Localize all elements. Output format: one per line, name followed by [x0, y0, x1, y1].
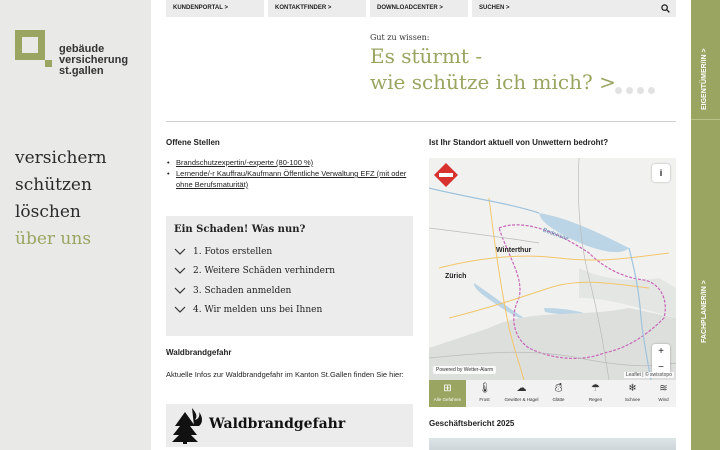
- filter-frost[interactable]: 🌡︎ Frost: [466, 380, 503, 407]
- weather-map[interactable]: i Winterthur Zürich Bodensee + − Powered…: [429, 158, 676, 380]
- search-field[interactable]: SUCHEN >: [472, 0, 676, 17]
- nav-item-versichern[interactable]: versichern: [15, 145, 107, 172]
- list-item: Brandschutzexpertin/-experte (80-100 %): [166, 157, 416, 168]
- report-heading: Geschäftsbericht 2025: [429, 419, 515, 428]
- tab-eigentuemer[interactable]: EIGENTÜMER/IN >: [691, 0, 720, 120]
- chevron-down-icon: [174, 248, 186, 255]
- chevron-down-icon: [174, 287, 186, 294]
- slider-dot[interactable]: [626, 87, 633, 94]
- search-icon[interactable]: [661, 4, 670, 13]
- forest-text: Aktuelle Infos zur Waldbrandgefahr im Ka…: [166, 370, 404, 379]
- forest-label: Waldbrandgefahr: [209, 416, 346, 432]
- damage-steps-box: Ein Schaden! Was nun? 1. Fotos erstellen…: [166, 216, 413, 336]
- slider-dots: [615, 81, 659, 94]
- main-nav: versichern schützen löschen über uns: [15, 145, 107, 253]
- job-link[interactable]: Brandschutzexpertin/-experte (80-100 %): [176, 158, 313, 167]
- logo-mark-icon: [15, 30, 52, 67]
- downloadcenter-link[interactable]: DOWNLOADCENTER >: [370, 0, 468, 17]
- nav-item-loeschen[interactable]: löschen: [15, 199, 107, 226]
- zoom-in-button[interactable]: +: [652, 344, 670, 360]
- ice-icon: ⛄︎: [553, 383, 564, 394]
- map-info-button[interactable]: i: [652, 164, 670, 182]
- nav-item-ueber-uns[interactable]: über uns: [15, 226, 107, 253]
- forest-fire-button[interactable]: Waldbrandgefahr: [166, 404, 413, 447]
- jobs-heading: Offene Stellen: [166, 138, 220, 147]
- snow-cloud-icon: ❄: [628, 383, 637, 394]
- filter-schnee[interactable]: ❄ Schnee: [614, 380, 651, 407]
- step-item[interactable]: 4. Wir melden uns bei Ihnen: [174, 305, 322, 319]
- umbrella-icon: ☂: [591, 383, 600, 394]
- wetter-alarm-logo-icon: [434, 163, 458, 187]
- filter-glaette[interactable]: ⛄︎ Glätte: [540, 380, 577, 407]
- storm-cloud-icon: ☁: [516, 383, 527, 394]
- chevron-down-icon: [174, 306, 186, 313]
- kontaktfinder-link[interactable]: KONTAKTFINDER >: [268, 0, 366, 17]
- step-item[interactable]: 3. Schaden anmelden: [174, 286, 291, 300]
- chevron-down-icon: [174, 267, 186, 274]
- map-city-label: Winterthur: [496, 247, 532, 254]
- hazard-filters: ⊞ Alle Gefahren 🌡︎ Frost ☁ Gewitter & Hagel…: [429, 380, 676, 407]
- report-image[interactable]: [429, 438, 676, 450]
- forest-heading: Waldbrandgefahr: [166, 348, 232, 357]
- list-item: Lernende/-r Kauffrau/Kaufmann Öffentlich…: [166, 168, 416, 190]
- map-city-label: Zürich: [445, 273, 467, 280]
- job-link[interactable]: Lernende/-r Kauffrau/Kaufmann Öffentlich…: [176, 169, 406, 189]
- filter-regen[interactable]: ☂ Regen: [577, 380, 614, 407]
- filter-alle-gefahren[interactable]: ⊞ Alle Gefahren: [429, 380, 466, 407]
- grid-icon: ⊞: [443, 383, 452, 394]
- map-credit[interactable]: Leaflet | © swisstopo: [623, 372, 674, 378]
- jobs-list: Brandschutzexpertin/-experte (80-100 %) …: [166, 157, 416, 190]
- burning-tree-icon: [172, 408, 202, 444]
- map-terrain: [429, 158, 676, 380]
- step-item[interactable]: 1. Fotos erstellen: [174, 247, 272, 261]
- tab-fachplaner[interactable]: FACHPLANER/IN >: [691, 121, 720, 343]
- step-item[interactable]: 2. Weitere Schäden verhindern: [174, 266, 335, 280]
- filter-wind[interactable]: ≋ Wind: [651, 380, 676, 407]
- divider: [166, 121, 676, 122]
- kundenportal-link[interactable]: KUNDENPORTAL >: [166, 0, 264, 17]
- slider-dot[interactable]: [615, 87, 622, 94]
- map-heading: Ist Ihr Standort aktuell von Unwettern b…: [429, 138, 609, 147]
- map-powered-by[interactable]: Powered by Wetter-Alarm: [433, 366, 497, 374]
- filter-gewitter[interactable]: ☁ Gewitter & Hagel: [503, 380, 540, 407]
- hero-pretitle: Gut zu wissen:: [370, 33, 430, 42]
- right-side-tabs: EIGENTÜMER/IN > FACHPLANER/IN >: [691, 0, 720, 450]
- nav-item-schuetzen[interactable]: schützen: [15, 172, 107, 199]
- thermometer-icon: 🌡︎: [478, 383, 492, 394]
- damage-title: Ein Schaden! Was nun?: [174, 224, 306, 235]
- logo-text: gebäude versicherung st.gallen: [59, 43, 129, 77]
- search-label: SUCHEN >: [479, 5, 510, 11]
- wind-icon: ≋: [659, 383, 668, 394]
- top-bar: KUNDENPORTAL > KONTAKTFINDER > DOWNLOADC…: [166, 0, 676, 17]
- slider-dot[interactable]: [637, 87, 644, 94]
- left-sidebar: gebäude versicherung st.gallen versicher…: [0, 0, 151, 450]
- slider-dot[interactable]: [648, 87, 655, 94]
- brand-logo[interactable]: gebäude versicherung st.gallen: [15, 30, 155, 90]
